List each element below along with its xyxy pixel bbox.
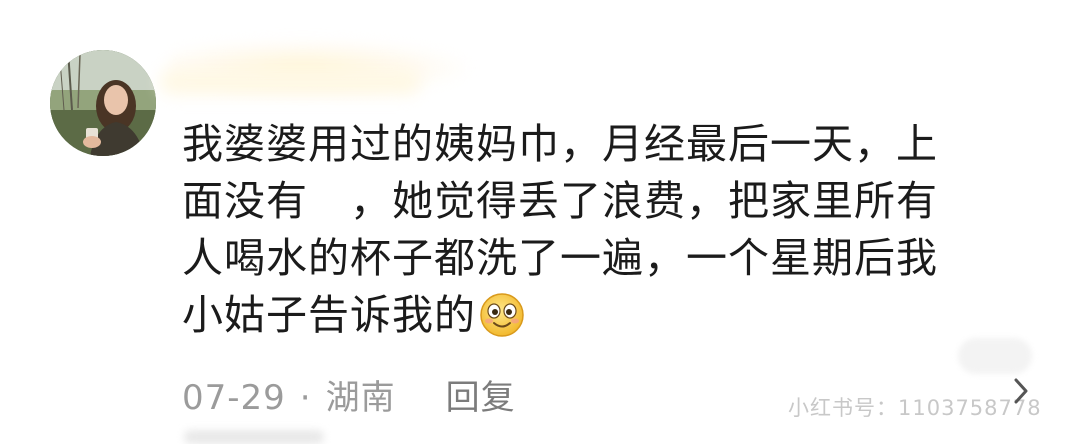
comment-date: 07-29: [182, 378, 286, 418]
comment-item: 我婆婆用过的姨妈巾，月经最后一天，上 面没有 ，她觉得丢了浪费，把家里所有 人喝…: [0, 0, 1068, 444]
watermark-text: 小红书号：1103758778: [788, 396, 1042, 420]
avatar[interactable]: [50, 50, 156, 156]
comment-line-4: 小姑子告诉我的: [182, 287, 1012, 344]
comment-meta: 07-29 · 湖南 回复: [182, 370, 516, 419]
comment-line-4-text: 小姑子告诉我的: [182, 291, 476, 339]
watermark-logo: [958, 338, 1032, 374]
meta-separator: ·: [299, 378, 312, 418]
comment-text: 我婆婆用过的姨妈巾，月经最后一天，上 面没有 ，她觉得丢了浪费，把家里所有 人喝…: [182, 116, 1012, 344]
comment-location: 湖南: [325, 378, 396, 418]
avatar-photo: [50, 50, 156, 156]
chevron-right-icon[interactable]: [1010, 376, 1032, 406]
comment-line-3: 人喝水的杯子都洗了一遍，一个星期后我: [182, 234, 938, 282]
reply-button[interactable]: 回复: [446, 370, 516, 419]
smiling-face-emoji-icon: [478, 291, 526, 339]
comment-line-2: 面没有 ，她觉得丢了浪费，把家里所有: [182, 177, 938, 225]
comment-line-1: 我婆婆用过的姨妈巾，月经最后一天，上: [182, 120, 938, 168]
username-redacted-overlay: [160, 70, 420, 94]
